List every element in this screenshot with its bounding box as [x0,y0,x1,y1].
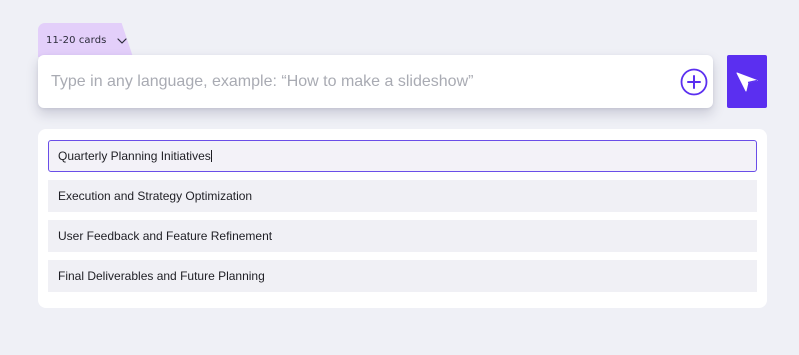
outline-panel: Quarterly Planning Initiatives Execution… [38,129,767,308]
card-count-label: 11-20 cards [46,35,107,46]
text-caret [210,150,212,162]
card-count-dropdown[interactable]: 11-20 cards [38,23,133,57]
plus-circle-icon[interactable] [680,68,708,96]
send-button[interactable] [727,55,767,108]
outline-item[interactable]: Quarterly Planning Initiatives [48,140,757,172]
prompt-box [38,55,713,108]
send-icon [736,72,758,91]
outline-item-title: Quarterly Planning Initiatives [58,149,211,163]
outline-item[interactable]: Final Deliverables and Future Planning [48,260,757,292]
outline-item[interactable]: Execution and Strategy Optimization [48,180,757,212]
outline-item-title: Execution and Strategy Optimization [58,189,253,203]
prompt-input[interactable] [38,55,668,108]
outline-item[interactable]: User Feedback and Feature Refinement [48,220,757,252]
outline-item-title: Final Deliverables and Future Planning [58,269,265,283]
outline-item-title: User Feedback and Feature Refinement [58,229,273,243]
chevron-down-icon [117,38,128,44]
